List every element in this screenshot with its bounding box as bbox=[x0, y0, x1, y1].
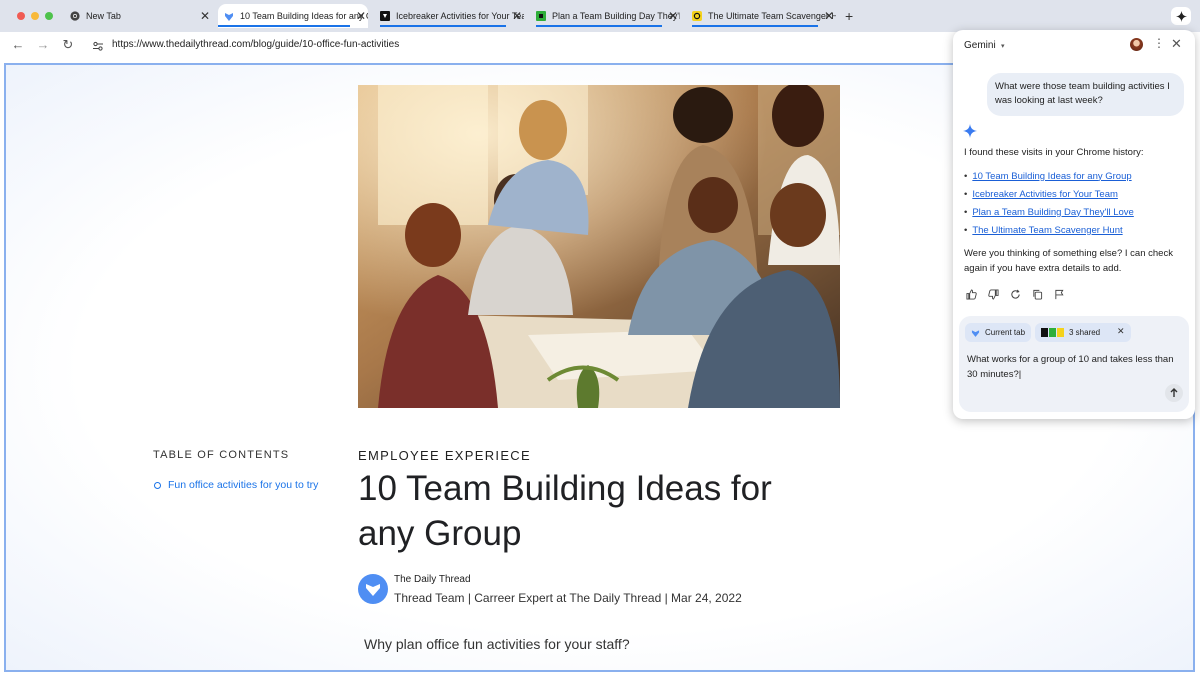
chrome-icon bbox=[70, 11, 80, 21]
tab-close-icon[interactable]: ✕ bbox=[198, 9, 212, 23]
tab-close-icon[interactable]: ✕ bbox=[822, 9, 836, 23]
close-icon[interactable]: ✕ bbox=[1171, 36, 1182, 52]
heart-shield-icon bbox=[224, 11, 234, 21]
avatar[interactable] bbox=[1130, 38, 1143, 51]
hero-image bbox=[358, 85, 840, 408]
prompt-input[interactable]: What works for a group of 10 and takes l… bbox=[967, 352, 1177, 382]
site-settings-icon[interactable] bbox=[92, 39, 104, 51]
author-name: The Daily Thread bbox=[394, 574, 471, 585]
more-options-icon[interactable]: ⋮ bbox=[1153, 36, 1165, 50]
tab-new-tab[interactable]: New Tab ✕ bbox=[70, 4, 212, 28]
tab-scavenger-hunt[interactable]: The Ultimate Team Scavenger Hunt ✕ bbox=[692, 4, 836, 28]
list-item: • Icebreaker Activities for Your Team bbox=[964, 188, 1118, 200]
window-maximize-button[interactable] bbox=[45, 12, 53, 20]
address-bar[interactable]: https://www.thedailythread.com/blog/guid… bbox=[112, 39, 399, 50]
remove-chip-icon[interactable]: ✕ bbox=[1117, 326, 1125, 337]
author-avatar bbox=[358, 574, 388, 604]
section-heading: Why plan office fun activities for your … bbox=[364, 636, 630, 652]
reply-followup: Were you thinking of something else? I c… bbox=[964, 248, 1173, 274]
history-link[interactable]: Plan a Team Building Day They'll Love bbox=[972, 207, 1133, 218]
reply-intro: I found these visits in your Chrome hist… bbox=[964, 147, 1144, 158]
history-link[interactable]: 10 Team Building Ideas for any Group bbox=[972, 171, 1131, 182]
article-category: EMPLOYEE EXPERIECE bbox=[358, 448, 531, 463]
tab-strip: New Tab ✕ 10 Team Building Ideas for any… bbox=[0, 0, 1200, 32]
gemini-sparkle-button[interactable] bbox=[1171, 7, 1191, 25]
green-square-icon bbox=[1049, 328, 1056, 337]
sparkle-icon bbox=[1175, 10, 1187, 22]
chevron-down-icon[interactable]: ▾ bbox=[1001, 42, 1005, 50]
toc-link[interactable]: Fun office activities for you to try bbox=[154, 479, 318, 491]
send-button[interactable] bbox=[1165, 384, 1183, 402]
gemini-sparkle-icon bbox=[963, 124, 977, 138]
gemini-title[interactable]: Gemini bbox=[964, 40, 996, 51]
tab-team-building[interactable]: 10 Team Building Ideas for any Group ✕ bbox=[218, 4, 368, 28]
regenerate-icon[interactable] bbox=[1010, 287, 1032, 301]
heart-shield-icon bbox=[971, 329, 980, 337]
copy-icon[interactable] bbox=[1032, 287, 1054, 301]
heart-shield-icon bbox=[366, 584, 380, 596]
page-title: 10 Team Building Ideas for any Group bbox=[358, 469, 772, 553]
list-item: • 10 Team Building Ideas for any Group bbox=[964, 170, 1132, 182]
tab-label: Plan a Team Building Day They'll Love bbox=[552, 11, 680, 21]
window-minimize-button[interactable] bbox=[31, 12, 39, 20]
tab-close-icon[interactable]: ✕ bbox=[354, 9, 368, 23]
back-icon[interactable]: ← bbox=[10, 37, 26, 52]
author-meta: Thread Team | Carreer Expert at The Dail… bbox=[394, 591, 742, 605]
gemini-panel: Gemini ▾ ⋮ ✕ What were those team buildi… bbox=[953, 30, 1195, 419]
window-close-button[interactable] bbox=[17, 12, 25, 20]
yellow-circle-icon bbox=[692, 11, 702, 21]
tab-label: New Tab bbox=[86, 11, 121, 21]
list-item: • Plan a Team Building Day They'll Love bbox=[964, 206, 1134, 218]
tab-close-icon[interactable]: ✕ bbox=[666, 9, 680, 23]
black-square-icon bbox=[380, 11, 390, 21]
forward-icon[interactable]: → bbox=[35, 37, 51, 52]
response-actions bbox=[966, 287, 1076, 301]
tab-label: The Ultimate Team Scavenger Hunt bbox=[708, 11, 836, 21]
green-square-icon bbox=[536, 11, 546, 21]
black-square-icon bbox=[1041, 328, 1048, 337]
history-link[interactable]: Icebreaker Activities for Your Team bbox=[972, 189, 1118, 200]
toc-link-label: Fun office activities for you to try bbox=[168, 479, 319, 491]
yellow-circle-icon bbox=[1057, 328, 1064, 337]
history-link[interactable]: The Ultimate Team Scavenger Hunt bbox=[972, 225, 1122, 236]
thumbs-down-icon[interactable] bbox=[988, 287, 1010, 301]
tab-close-icon[interactable]: ✕ bbox=[510, 9, 524, 23]
chip-label: Current tab bbox=[985, 328, 1026, 337]
thumbs-up-icon[interactable] bbox=[966, 287, 988, 301]
tab-label: 10 Team Building Ideas for any Group bbox=[240, 11, 368, 21]
bullet-circle-icon bbox=[154, 481, 161, 489]
tab-icebreaker[interactable]: Icebreaker Activities for Your Team ✕ bbox=[380, 4, 524, 28]
chip-label: 3 shared bbox=[1069, 328, 1101, 337]
current-tab-chip[interactable]: Current tab bbox=[965, 323, 1032, 342]
user-message: What were those team building activities… bbox=[987, 73, 1184, 116]
flag-icon[interactable] bbox=[1054, 287, 1076, 301]
reload-icon[interactable]: ↻ bbox=[60, 37, 76, 53]
tab-label: Icebreaker Activities for Your Team bbox=[396, 11, 524, 21]
list-item: • The Ultimate Team Scavenger Hunt bbox=[964, 224, 1123, 236]
new-tab-button[interactable]: + bbox=[845, 8, 853, 24]
toc-heading: TABLE OF CONTENTS bbox=[153, 449, 290, 461]
history-link-list: • 10 Team Building Ideas for any Group • I… bbox=[964, 167, 1134, 239]
tab-plan-day[interactable]: Plan a Team Building Day They'll Love ✕ bbox=[536, 4, 680, 28]
prompt-composer[interactable]: Current tab 3 shared ✕ What works for a … bbox=[959, 316, 1189, 412]
send-icon bbox=[1170, 388, 1178, 397]
